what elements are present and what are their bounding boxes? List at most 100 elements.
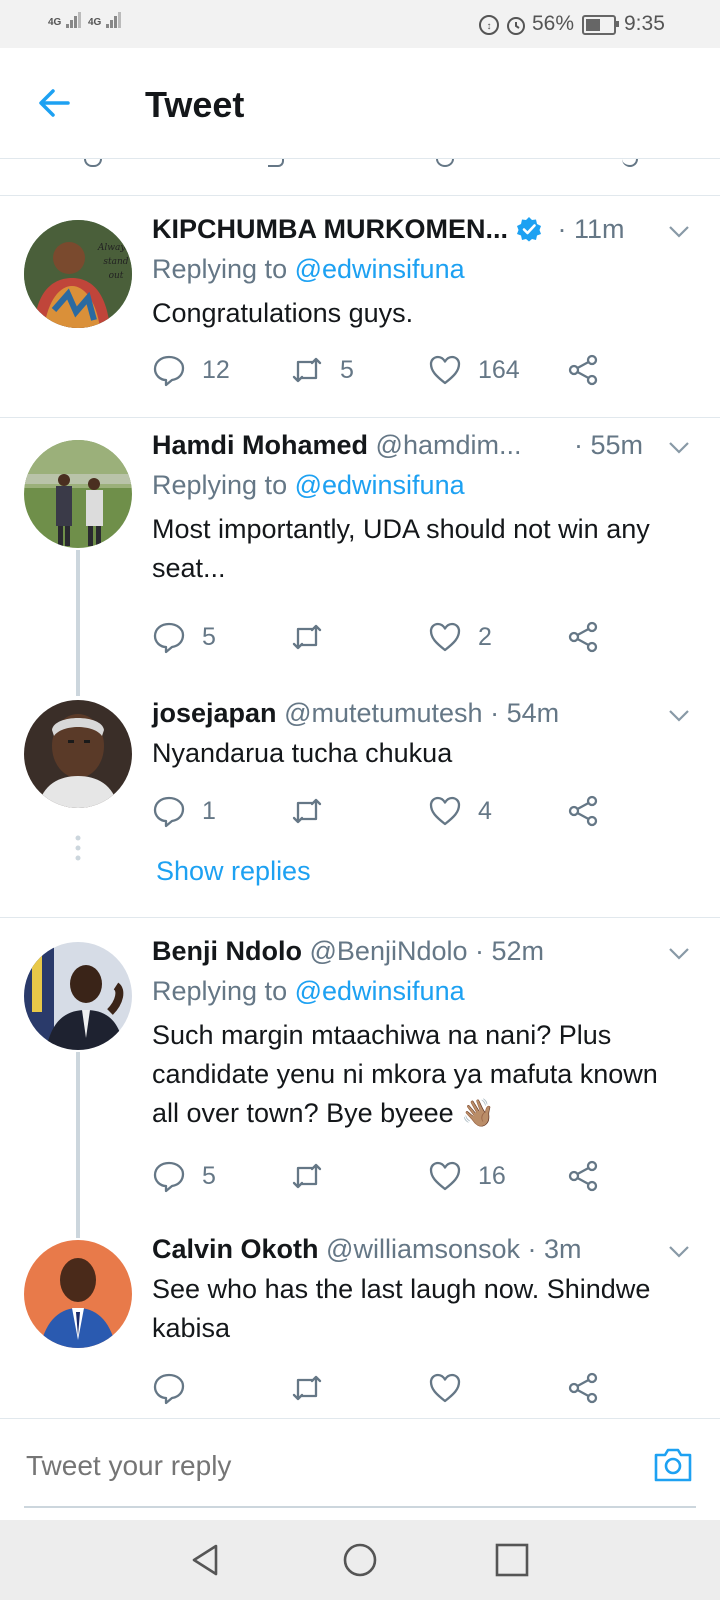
retweet-icon bbox=[292, 1375, 322, 1401]
like-count: 164 bbox=[478, 355, 520, 384]
display-name[interactable]: Hamdi Mohamed bbox=[152, 430, 368, 460]
like-button[interactable]: 164 bbox=[428, 350, 520, 390]
mention-link[interactable]: @edwinsifuna bbox=[295, 976, 465, 1006]
share-button[interactable] bbox=[566, 350, 600, 390]
display-name[interactable]: josejapan bbox=[152, 698, 277, 728]
battery-icon bbox=[582, 15, 619, 35]
display-name[interactable]: KIPCHUMBA MURKOMEN... bbox=[152, 214, 508, 244]
retweet-button[interactable] bbox=[290, 1368, 324, 1408]
retweet-button[interactable]: 5 bbox=[290, 350, 354, 390]
like-button[interactable]: 2 bbox=[428, 617, 492, 657]
mention-link[interactable]: @edwinsifuna bbox=[295, 254, 465, 284]
tweet[interactable]: Benji Ndolo @BenjiNdolo · 52m Replying t… bbox=[0, 918, 720, 1208]
share-button[interactable] bbox=[566, 1368, 600, 1408]
reply-button[interactable]: 5 bbox=[152, 1156, 216, 1196]
chevron-down-icon[interactable] bbox=[668, 436, 690, 458]
back-arrow-icon[interactable] bbox=[36, 85, 72, 121]
user-handle[interactable]: @hamdim... bbox=[376, 430, 522, 460]
share-icon bbox=[568, 795, 598, 827]
svg-text:↕: ↕ bbox=[487, 21, 492, 32]
user-handle[interactable]: @BenjiNdolo bbox=[310, 936, 468, 966]
replying-to-label: Replying to bbox=[152, 470, 295, 500]
heart-icon bbox=[429, 1161, 461, 1191]
system-navigation-bar bbox=[0, 1520, 720, 1600]
tweet[interactable]: Calvin Okoth @williamsonsok · 3m See who… bbox=[0, 1220, 720, 1416]
retweet-icon bbox=[292, 1163, 322, 1189]
reply-count: 1 bbox=[202, 796, 216, 825]
tweet-actions: 12 5 164 bbox=[152, 350, 622, 390]
share-icon bbox=[568, 354, 598, 386]
avatar[interactable] bbox=[24, 942, 132, 1050]
retweet-button[interactable] bbox=[290, 791, 324, 831]
input-underline bbox=[24, 1506, 696, 1508]
svg-text:out: out bbox=[109, 271, 124, 281]
clock: 9:35 bbox=[624, 12, 665, 35]
retweet-button[interactable] bbox=[290, 1156, 324, 1196]
tweet-actions: 1 4 bbox=[152, 791, 622, 831]
mention-link[interactable]: @edwinsifuna bbox=[295, 470, 465, 500]
timestamp: · 55m bbox=[574, 430, 644, 460]
chevron-down-icon[interactable] bbox=[668, 942, 690, 964]
back-nav-icon[interactable] bbox=[188, 1542, 224, 1578]
tweet-header: Hamdi Mohamed @hamdim... bbox=[152, 430, 522, 461]
user-handle[interactable]: @mutetumutesh bbox=[284, 698, 483, 728]
share-button[interactable] bbox=[566, 791, 600, 831]
reply-input[interactable] bbox=[24, 1449, 588, 1483]
network-type-label: 4G bbox=[88, 17, 102, 28]
chevron-down-icon[interactable] bbox=[668, 704, 690, 726]
home-nav-icon[interactable] bbox=[342, 1542, 378, 1578]
timestamp: · 3m bbox=[527, 1234, 582, 1264]
avatar[interactable] bbox=[24, 440, 132, 548]
timestamp: · 54m bbox=[490, 698, 560, 728]
like-button[interactable]: 16 bbox=[428, 1156, 506, 1196]
reply-icon bbox=[153, 622, 185, 654]
recents-nav-icon[interactable] bbox=[494, 1542, 530, 1578]
battery-percent: 56% bbox=[532, 12, 575, 35]
like-button[interactable] bbox=[428, 1368, 462, 1408]
share-icon bbox=[568, 1160, 598, 1192]
show-replies-link[interactable]: Show replies bbox=[156, 856, 311, 887]
signal-bars-icon bbox=[106, 12, 122, 28]
tweet-actions: 5 2 bbox=[152, 617, 622, 657]
retweet-count: 5 bbox=[340, 355, 354, 384]
tweet[interactable]: josejapan @mutetumutesh · 54m Nyandarua … bbox=[0, 680, 720, 910]
chevron-down-icon[interactable] bbox=[668, 220, 690, 242]
share-button[interactable] bbox=[566, 617, 600, 657]
network-type-label: 4G bbox=[48, 17, 62, 28]
tweet-header: Benji Ndolo @BenjiNdolo · 52m bbox=[152, 936, 544, 967]
share-button[interactable] bbox=[566, 1156, 600, 1196]
like-count: 4 bbox=[478, 796, 492, 825]
reply-button[interactable] bbox=[152, 1368, 186, 1408]
avatar[interactable] bbox=[24, 700, 132, 808]
camera-icon[interactable] bbox=[652, 1445, 694, 1485]
data-saver-icon: ↕ bbox=[479, 15, 499, 35]
reply-icon bbox=[153, 1161, 185, 1193]
tweet-text: Congratulations guys. bbox=[152, 298, 414, 328]
reply-composer bbox=[0, 1418, 720, 1508]
heart-icon bbox=[429, 622, 461, 652]
verified-badge-icon bbox=[516, 217, 541, 242]
like-button[interactable]: 4 bbox=[428, 791, 492, 831]
signal-bars-icon bbox=[66, 12, 82, 28]
reply-count: 12 bbox=[202, 355, 230, 384]
reply-button[interactable]: 5 bbox=[152, 617, 216, 657]
avatar[interactable] bbox=[24, 1240, 132, 1348]
user-handle[interactable]: @williamsonsok bbox=[326, 1234, 520, 1264]
reply-icon bbox=[153, 1373, 185, 1405]
tweet-header: Calvin Okoth @williamsonsok · 3m bbox=[152, 1234, 582, 1265]
timestamp: · 11m bbox=[557, 214, 625, 244]
reply-button[interactable]: 12 bbox=[152, 350, 230, 390]
tweet[interactable]: Hamdi Mohamed @hamdim... · 55m Replying … bbox=[0, 418, 720, 668]
retweet-icon bbox=[292, 357, 322, 383]
display-name[interactable]: Calvin Okoth bbox=[152, 1234, 319, 1264]
replying-to: Replying to @edwinsifuna bbox=[152, 976, 465, 1007]
chevron-down-icon[interactable] bbox=[668, 1240, 690, 1262]
reply-button[interactable]: 1 bbox=[152, 791, 216, 831]
avatar[interactable]: Always stand out bbox=[24, 220, 132, 328]
display-name[interactable]: Benji Ndolo bbox=[152, 936, 302, 966]
signal-indicator-2: 4G bbox=[88, 12, 122, 28]
retweet-button[interactable] bbox=[290, 617, 324, 657]
tweet[interactable]: Always stand out KIPCHUMBA MURKOMEN... ·… bbox=[0, 196, 720, 408]
timestamp: · 52m bbox=[475, 936, 545, 966]
replying-to: Replying to @edwinsifuna bbox=[152, 470, 465, 501]
